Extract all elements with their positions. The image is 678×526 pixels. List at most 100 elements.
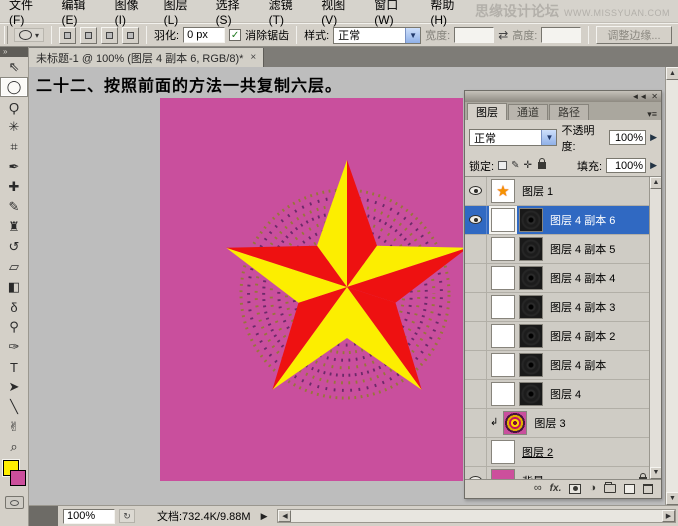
layer-visibility-toggle[interactable]: [465, 409, 487, 437]
layer-thumbnail-pink[interactable]: [491, 469, 515, 480]
layer-thumbnail-dark[interactable]: [519, 324, 543, 348]
menu-item-2[interactable]: 图像(I): [106, 0, 155, 27]
layer-thumbnail-star[interactable]: ★: [491, 179, 515, 203]
tab-close-icon[interactable]: ×: [250, 52, 256, 63]
layer-thumbnail-dark[interactable]: [519, 382, 543, 406]
panel-close-icon[interactable]: ✕: [651, 93, 658, 101]
subtract-from-selection-button[interactable]: [101, 27, 118, 44]
layer-list-scrollbar[interactable]: ▲ ▼: [649, 177, 661, 479]
layer-name[interactable]: 背景: [522, 473, 544, 480]
layer-row-5[interactable]: 图层 4 副本 2: [465, 322, 661, 351]
magic-wand-tool[interactable]: ✳: [0, 117, 28, 137]
layer-visibility-toggle[interactable]: [465, 322, 487, 350]
add-layer-mask-icon[interactable]: [569, 484, 581, 494]
new-selection-button[interactable]: [59, 27, 76, 44]
document-tab[interactable]: 未标题-1 @ 100% (图层 4 副本 6, RGB/8)* ×: [29, 48, 264, 67]
clone-stamp-tool[interactable]: ♜: [0, 217, 28, 237]
blur-tool[interactable]: δ: [0, 297, 28, 317]
hand-tool[interactable]: ✌: [0, 417, 28, 437]
layer-row-4[interactable]: 图层 4 副本 3: [465, 293, 661, 322]
lock-paint-icon[interactable]: ✎: [511, 160, 519, 171]
scroll-up-icon[interactable]: ▲: [666, 67, 678, 80]
lock-all-icon[interactable]: [538, 162, 546, 169]
menu-item-7[interactable]: 窗口(W): [365, 0, 421, 27]
quick-mask-button[interactable]: [5, 496, 24, 509]
scroll-down-icon[interactable]: ▼: [650, 467, 661, 479]
layer-visibility-toggle[interactable]: [465, 467, 487, 480]
panel-menu-icon[interactable]: ▾≡: [647, 109, 661, 120]
menu-item-5[interactable]: 滤镜(T): [260, 0, 313, 27]
layer-thumbnail-rings[interactable]: [503, 411, 527, 435]
type-tool[interactable]: T: [0, 357, 28, 377]
layer-visibility-toggle[interactable]: [465, 206, 487, 234]
layer-name[interactable]: 图层 4 副本 6: [550, 212, 615, 228]
tool-preset-picker[interactable]: ▾: [14, 28, 44, 42]
scroll-down-icon[interactable]: ▼: [666, 492, 678, 505]
opacity-value[interactable]: 100%: [609, 130, 646, 145]
crop-tool[interactable]: ⌗: [0, 137, 28, 157]
menu-item-8[interactable]: 帮助(H): [421, 0, 475, 27]
vertical-scrollbar[interactable]: ▲ ▼: [665, 67, 678, 505]
line-tool[interactable]: ╲: [0, 397, 28, 417]
layer-style-icon[interactable]: fx.: [550, 484, 562, 494]
zoom-tool[interactable]: ⌕: [0, 437, 28, 457]
delete-layer-icon[interactable]: [643, 484, 653, 494]
new-layer-icon[interactable]: [624, 484, 635, 494]
layer-row-6[interactable]: 图层 4 副本: [465, 351, 661, 380]
adjustment-layer-icon[interactable]: ◑: [589, 483, 596, 494]
background-color-swatch[interactable]: [10, 470, 26, 486]
layer-name[interactable]: 图层 4 副本: [550, 357, 606, 373]
layer-visibility-toggle[interactable]: [465, 351, 487, 379]
history-brush-tool[interactable]: ↺: [0, 237, 28, 257]
dodge-tool[interactable]: ⚲: [0, 317, 28, 337]
height-input[interactable]: [541, 27, 581, 43]
layer-name[interactable]: 图层 4: [550, 386, 581, 402]
layer-row-10[interactable]: 背景: [465, 467, 661, 480]
lock-transparency-icon[interactable]: [498, 161, 507, 170]
layer-name[interactable]: 图层 4 副本 4: [550, 270, 615, 286]
layer-visibility-toggle[interactable]: [465, 177, 487, 205]
panel-tab-1[interactable]: 通道: [508, 104, 548, 120]
layer-row-3[interactable]: 图层 4 副本 4: [465, 264, 661, 293]
swap-dimensions-icon[interactable]: ⇄: [498, 28, 508, 42]
menu-item-1[interactable]: 编辑(E): [53, 0, 106, 27]
panel-tab-2[interactable]: 路径: [549, 104, 589, 120]
scroll-up-icon[interactable]: ▲: [650, 177, 661, 189]
zoom-level-input[interactable]: [63, 509, 115, 524]
intersect-selection-button[interactable]: [122, 27, 139, 44]
lock-position-icon[interactable]: ✛: [523, 160, 531, 171]
layer-thumbnail-cream[interactable]: [491, 440, 515, 464]
layer-visibility-toggle[interactable]: [465, 293, 487, 321]
layer-row-7[interactable]: 图层 4: [465, 380, 661, 409]
lasso-tool[interactable]: Ϙ: [0, 97, 28, 117]
brush-tool[interactable]: ✎: [0, 197, 28, 217]
layer-row-0[interactable]: ★ 图层 1: [465, 177, 661, 206]
fill-value[interactable]: 100%: [606, 158, 646, 173]
link-layers-icon[interactable]: ∞: [534, 483, 542, 494]
toolbox-collapse-button[interactable]: »: [0, 47, 28, 57]
horizontal-scrollbar[interactable]: ◀ ▶: [277, 509, 676, 523]
layer-thumbnail-dark[interactable]: [519, 237, 543, 261]
layer-name[interactable]: 图层 2: [522, 444, 553, 460]
gradient-tool[interactable]: ◧: [0, 277, 28, 297]
layer-thumbnail-checker[interactable]: [491, 208, 515, 232]
layer-name[interactable]: 图层 1: [522, 183, 553, 199]
eyedropper-tool[interactable]: ✒: [0, 157, 28, 177]
opacity-flyout-icon[interactable]: ▶: [650, 132, 657, 143]
layer-thumbnail-checker[interactable]: [491, 382, 515, 406]
layer-row-9[interactable]: 图层 2: [465, 438, 661, 467]
eraser-tool[interactable]: ▱: [0, 257, 28, 277]
pen-tool[interactable]: ✑: [0, 337, 28, 357]
add-to-selection-button[interactable]: [80, 27, 97, 44]
menu-item-6[interactable]: 视图(V): [312, 0, 365, 27]
layer-thumbnail-dark[interactable]: [519, 295, 543, 319]
menu-item-3[interactable]: 图层(L): [155, 0, 207, 27]
status-refresh-icon[interactable]: ↻: [119, 509, 135, 523]
canvas[interactable]: [160, 98, 463, 481]
layer-name[interactable]: 图层 4 副本 5: [550, 241, 615, 257]
antialias-checkbox[interactable]: ✓: [229, 29, 241, 41]
layer-visibility-toggle[interactable]: [465, 235, 487, 263]
panel-tab-0[interactable]: 图层: [467, 103, 507, 120]
layer-visibility-toggle[interactable]: [465, 264, 487, 292]
feather-input[interactable]: [183, 27, 225, 43]
